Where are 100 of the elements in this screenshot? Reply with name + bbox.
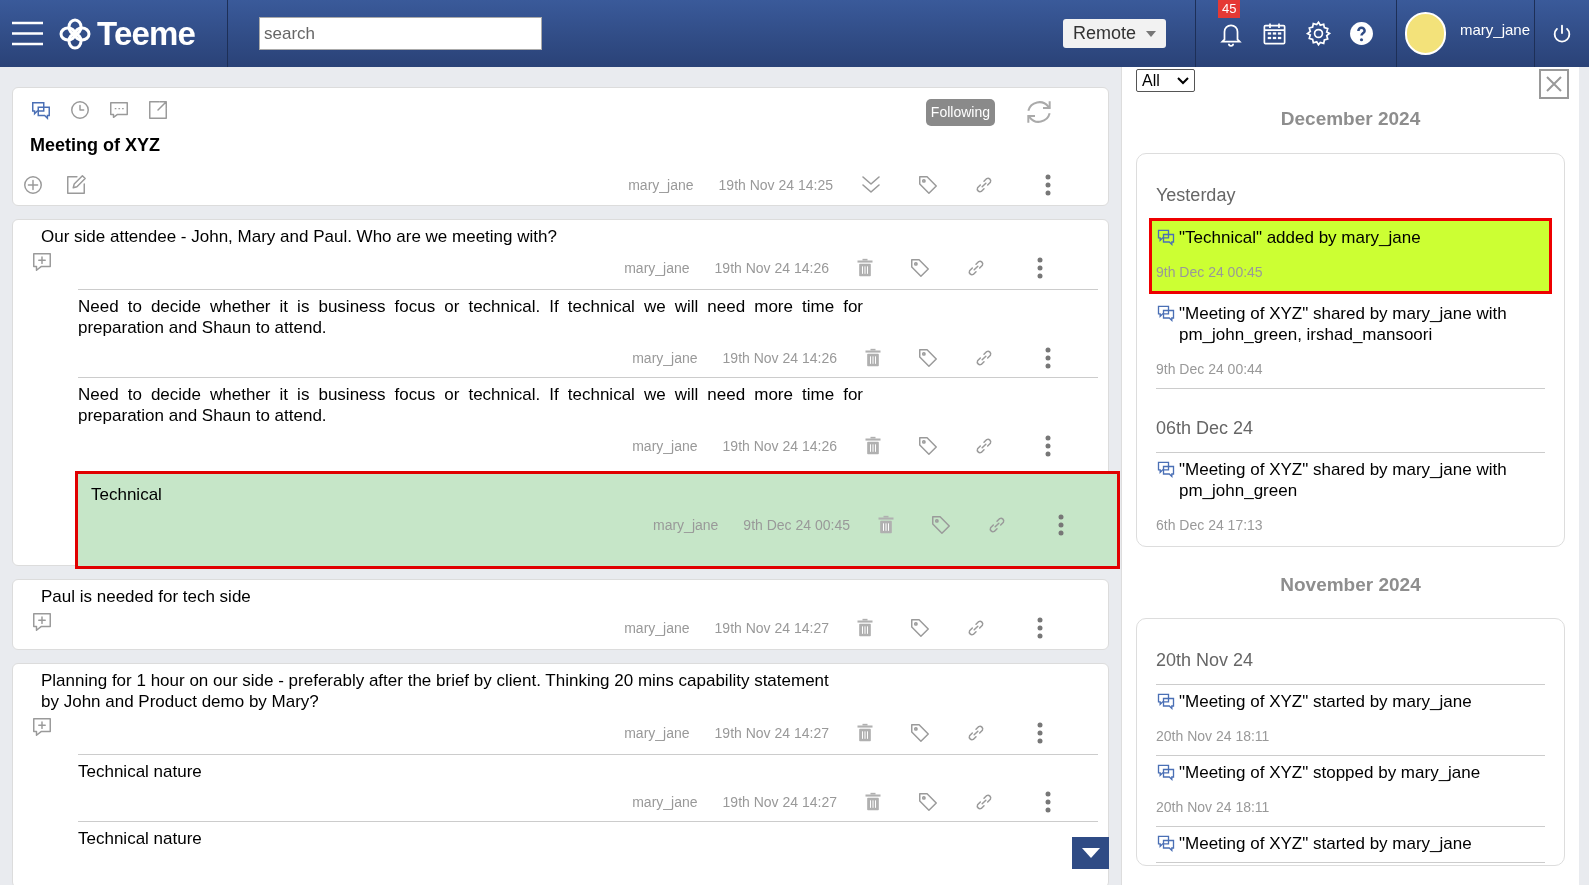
more-icon[interactable] <box>1037 722 1043 744</box>
activity-text: "Meeting of XYZ" started by mary_jane <box>1179 833 1472 854</box>
chat-bubbles-icon[interactable] <box>1156 762 1176 782</box>
reply-text: Technical <box>91 484 163 505</box>
avatar[interactable] <box>1405 12 1446 55</box>
clock-icon[interactable] <box>69 99 91 121</box>
month-heading: December 2024 <box>1279 107 1422 131</box>
activity-time: 20th Nov 24 18:11 <box>1156 727 1271 746</box>
more-icon[interactable] <box>1045 435 1051 457</box>
post-text: Our side attendee - John, Mary and Paul. Who are we meeting with? <box>41 226 558 247</box>
day-label: 20th Nov 24 <box>1156 647 1545 685</box>
author-name: mary_jane <box>628 175 694 195</box>
timestamp: 9th Dec 24 00:45 <box>743 515 850 535</box>
day-label: 06th Dec 24 <box>1156 414 1545 453</box>
power-icon[interactable] <box>1551 22 1573 45</box>
trash-icon[interactable] <box>876 514 896 536</box>
activity-text: "Meeting of XYZ" started by mary_jane <box>1179 691 1472 712</box>
activity-text: "Meeting of XYZ" stopped by mary_jane <box>1179 762 1481 783</box>
activity-text: "Technical" added by mary_jane <box>1179 226 1421 248</box>
activity-item[interactable]: "Meeting of XYZ" started by mary_jane <box>1156 827 1545 863</box>
settings-icon[interactable] <box>1305 20 1332 47</box>
trash-icon[interactable] <box>855 617 875 639</box>
close-icon <box>1546 76 1562 92</box>
tag-icon[interactable] <box>909 617 931 639</box>
more-icon[interactable] <box>1058 514 1064 536</box>
more-icon[interactable] <box>1045 347 1051 369</box>
tag-icon[interactable] <box>909 257 931 279</box>
timestamp: 19th Nov 24 14:27 <box>714 618 829 638</box>
timestamp: 19th Nov 24 14:27 <box>714 723 829 743</box>
author-name: mary_jane <box>624 618 690 638</box>
chevron-down-icon <box>1177 76 1189 85</box>
author-name: mary_jane <box>632 792 698 812</box>
trash-icon[interactable] <box>855 257 875 279</box>
tag-icon[interactable] <box>917 347 939 369</box>
tag-icon[interactable] <box>917 174 939 196</box>
reply-text: Need to decide whether it is business focus or technical. If technical we will need more time for preparation and Shaun to attend. <box>78 384 863 426</box>
help-icon[interactable] <box>1349 21 1374 46</box>
comment-add-icon[interactable] <box>31 251 53 273</box>
more-icon[interactable] <box>1037 257 1043 279</box>
tag-icon[interactable] <box>917 791 939 813</box>
comment-add-icon[interactable] <box>31 611 53 633</box>
post-text: Planning for 1 hour on our side - preferably after the brief by client. Thinking 20 mins capability statement by John and Product demo by Mary? <box>41 670 830 712</box>
filter-dropdown[interactable]: All <box>1136 69 1195 92</box>
trash-icon[interactable] <box>863 791 883 813</box>
author-name: mary_jane <box>632 348 698 368</box>
activity-text: "Meeting of XYZ" shared by mary_jane with pm_john_green <box>1179 458 1508 501</box>
menu-icon[interactable] <box>12 21 43 46</box>
activity-time: 6th Dec 24 17:13 <box>1156 515 1264 535</box>
comment-icon[interactable] <box>108 99 130 121</box>
calendar-icon[interactable] <box>1261 20 1288 47</box>
triangle-down-icon <box>1081 848 1100 858</box>
tag-icon[interactable] <box>917 435 939 457</box>
reply-text: Technical nature <box>78 761 203 782</box>
month-heading: November 2024 <box>1279 572 1422 597</box>
tag-icon[interactable] <box>930 514 952 536</box>
more-icon[interactable] <box>1037 617 1043 639</box>
activity-item[interactable]: "Meeting of XYZ" shared by mary_jane with pm_john_green, irshad_mansoori 9th Dec 24 00:44 <box>1156 296 1545 389</box>
chat-bubbles-icon[interactable] <box>30 99 52 121</box>
notification-count: 45 <box>1218 0 1241 18</box>
trash-icon[interactable] <box>855 722 875 744</box>
reply-text: Technical nature <box>78 828 203 849</box>
post-text: Paul is needed for tech side <box>41 586 252 607</box>
username[interactable]: mary_jane <box>1459 19 1530 42</box>
external-link-icon[interactable] <box>147 99 169 121</box>
day-label: Yesterday <box>1156 183 1237 207</box>
comment-add-icon[interactable] <box>31 716 53 738</box>
add-circle-icon[interactable] <box>22 174 44 196</box>
edit-icon[interactable] <box>65 174 87 196</box>
activity-item[interactable]: "Meeting of XYZ" started by mary_jane 20th Nov 24 18:11 <box>1156 685 1545 756</box>
mode-dropdown[interactable]: Remote <box>1062 19 1166 48</box>
scroll-down-button[interactable] <box>1072 837 1109 869</box>
trash-icon[interactable] <box>863 347 883 369</box>
timestamp: 19th Nov 24 14:26 <box>722 348 837 368</box>
logo-icon <box>59 17 91 50</box>
reply-text: Need to decide whether it is business focus or technical. If technical we will need more time for preparation and Shaun to attend. <box>78 296 863 338</box>
topic-title: Meeting of XYZ <box>30 134 161 157</box>
timestamp: 19th Nov 24 14:25 <box>718 175 833 195</box>
activity-time: 9th Dec 24 00:44 <box>1156 359 1264 379</box>
activity-time: 20th Nov 24 18:11 <box>1156 798 1271 817</box>
app-name: Teeme <box>97 13 195 54</box>
timestamp: 19th Nov 24 14:26 <box>714 258 829 278</box>
author-name: mary_jane <box>624 258 690 278</box>
chat-bubbles-icon[interactable] <box>1156 691 1176 711</box>
more-icon[interactable] <box>1045 174 1051 196</box>
timestamp: 19th Nov 24 14:26 <box>722 436 837 456</box>
activity-item[interactable]: "Technical" added by mary_jane 9th Dec 24 00:45 <box>1152 220 1549 291</box>
search-field[interactable]: search <box>259 17 542 50</box>
tag-icon[interactable] <box>909 722 931 744</box>
activity-item[interactable]: "Meeting of XYZ" shared by mary_jane with pm_john_green 6th Dec 24 17:13 <box>1156 452 1545 544</box>
chat-bubbles-icon[interactable] <box>1156 833 1176 853</box>
caret-icon <box>1146 30 1156 37</box>
activity-item[interactable]: "Meeting of XYZ" stopped by mary_jane 20th Nov 24 18:11 <box>1156 756 1545 827</box>
activity-text: "Meeting of XYZ" shared by mary_jane with pm_john_green, irshad_mansoori <box>1179 302 1508 345</box>
author-name: mary_jane <box>632 436 698 456</box>
author-name: mary_jane <box>653 515 719 535</box>
trash-icon[interactable] <box>863 435 883 457</box>
more-icon[interactable] <box>1045 791 1051 813</box>
timestamp: 19th Nov 24 14:27 <box>722 792 837 812</box>
author-name: mary_jane <box>624 723 690 743</box>
close-button[interactable] <box>1539 69 1569 99</box>
